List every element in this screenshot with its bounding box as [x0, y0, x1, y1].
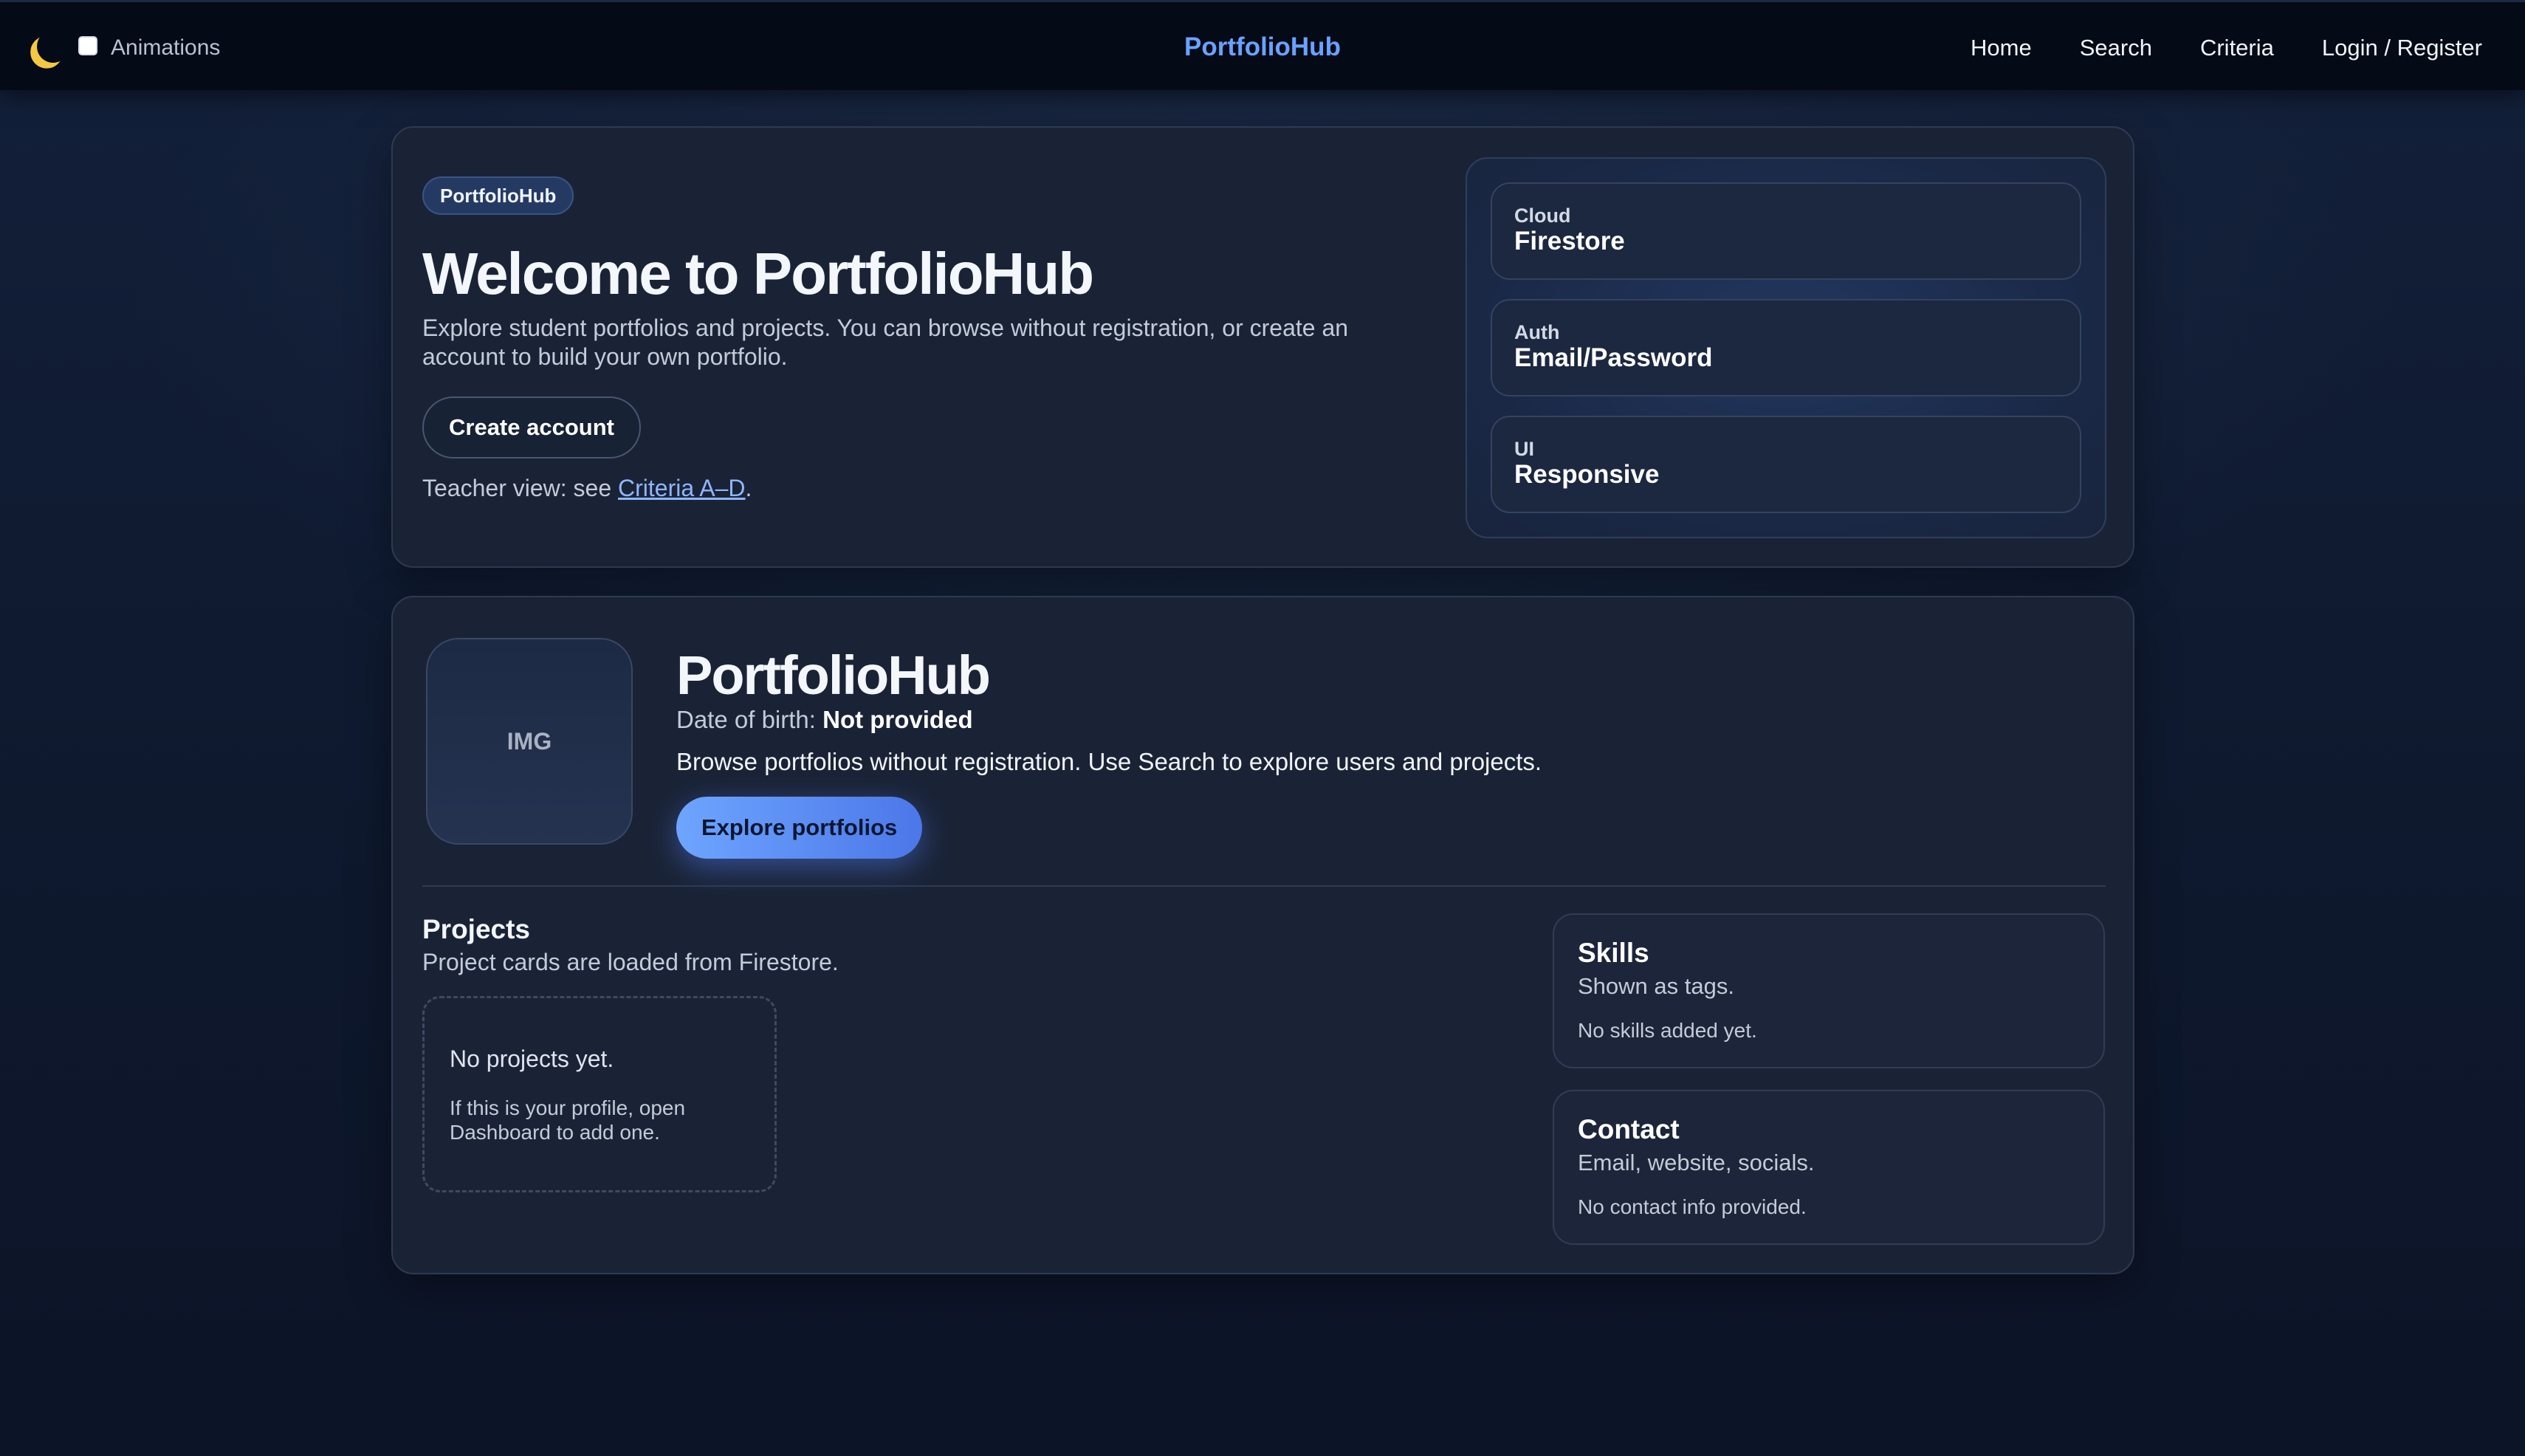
- contact-heading: Contact: [1578, 1114, 1680, 1144]
- dob-label: Date of birth:: [676, 706, 823, 733]
- profile-description: Browse portfolios without registration. …: [676, 748, 1542, 775]
- contact-empty-note: No contact info provided.: [1578, 1195, 1807, 1218]
- feature-key: Auth: [1514, 321, 1560, 343]
- hero-title: Welcome to PortfolioHub: [422, 241, 1094, 306]
- section-divider: [422, 885, 2106, 887]
- contact-subtitle: Email, website, socials.: [1578, 1150, 1815, 1175]
- profile-card: IMG PortfolioHub Date of birth: Not prov…: [391, 596, 2134, 1274]
- avatar-placeholder: IMG: [426, 638, 633, 845]
- explore-portfolios-button[interactable]: Explore portfolios: [676, 797, 923, 859]
- date-of-birth: Date of birth: Not provided: [676, 705, 973, 735]
- profile-title: PortfolioHub: [676, 645, 991, 706]
- teacher-view-prefix: Teacher view: see: [422, 475, 619, 501]
- teacher-view-note: Teacher view: see Criteria A–D.: [422, 473, 752, 503]
- create-account-button[interactable]: Create account: [422, 396, 641, 459]
- feature-value: Email/Password: [1514, 343, 1713, 372]
- feature-value: Responsive: [1514, 460, 1660, 489]
- brand-pill-badge: PortfolioHub: [422, 176, 574, 215]
- feature-key: Cloud: [1514, 205, 1571, 227]
- criteria-link[interactable]: Criteria A–D: [618, 475, 746, 501]
- hero-description: Explore student portfolios and projects.…: [422, 315, 1349, 370]
- empty-state-title: No projects yet.: [450, 1045, 614, 1072]
- top-nav-bar: Animations PortfolioHub Home Search Crit…: [0, 0, 2525, 90]
- nav-login-register-link[interactable]: Login / Register: [2322, 33, 2482, 63]
- feature-auth: Auth Email/Password: [1491, 299, 2081, 396]
- animations-checkbox[interactable]: [78, 36, 97, 55]
- feature-key: UI: [1514, 438, 1534, 460]
- projects-empty-state: No projects yet. If this is your profile…: [422, 996, 777, 1192]
- nav-home-link[interactable]: Home: [1971, 33, 2032, 63]
- hero-card: PortfolioHub Welcome to PortfolioHub Exp…: [391, 126, 2134, 568]
- nav-criteria-link[interactable]: Criteria: [2200, 33, 2274, 63]
- main-nav: Home Search Criteria Login / Register: [1971, 33, 2482, 63]
- teacher-view-suffix: .: [745, 475, 752, 501]
- feature-cloud: Cloud Firestore: [1491, 182, 2081, 280]
- tech-features-panel: Cloud Firestore Auth Email/Password UI R…: [1466, 157, 2106, 538]
- skills-card: Skills Shown as tags. No skills added ye…: [1553, 913, 2105, 1068]
- projects-heading: Projects: [422, 914, 531, 944]
- skills-subtitle: Shown as tags.: [1578, 973, 1734, 999]
- avatar-text: IMG: [506, 727, 552, 755]
- nav-search-link[interactable]: Search: [2080, 33, 2152, 63]
- animations-label[interactable]: Animations: [111, 35, 220, 61]
- dob-value: Not provided: [822, 706, 973, 733]
- empty-state-hint: If this is your profile, open Dashboard …: [450, 1096, 686, 1144]
- feature-value: Firestore: [1514, 227, 1625, 255]
- skills-empty-note: No skills added yet.: [1578, 1019, 1757, 1042]
- feature-ui: UI Responsive: [1491, 416, 2081, 513]
- brand-logo-text[interactable]: PortfolioHub: [1184, 32, 1341, 61]
- projects-subtitle: Project cards are loaded from Firestore.: [422, 949, 839, 975]
- contact-card: Contact Email, website, socials. No cont…: [1553, 1090, 2105, 1245]
- skills-heading: Skills: [1578, 938, 1649, 968]
- crescent-moon-icon[interactable]: [35, 28, 72, 66]
